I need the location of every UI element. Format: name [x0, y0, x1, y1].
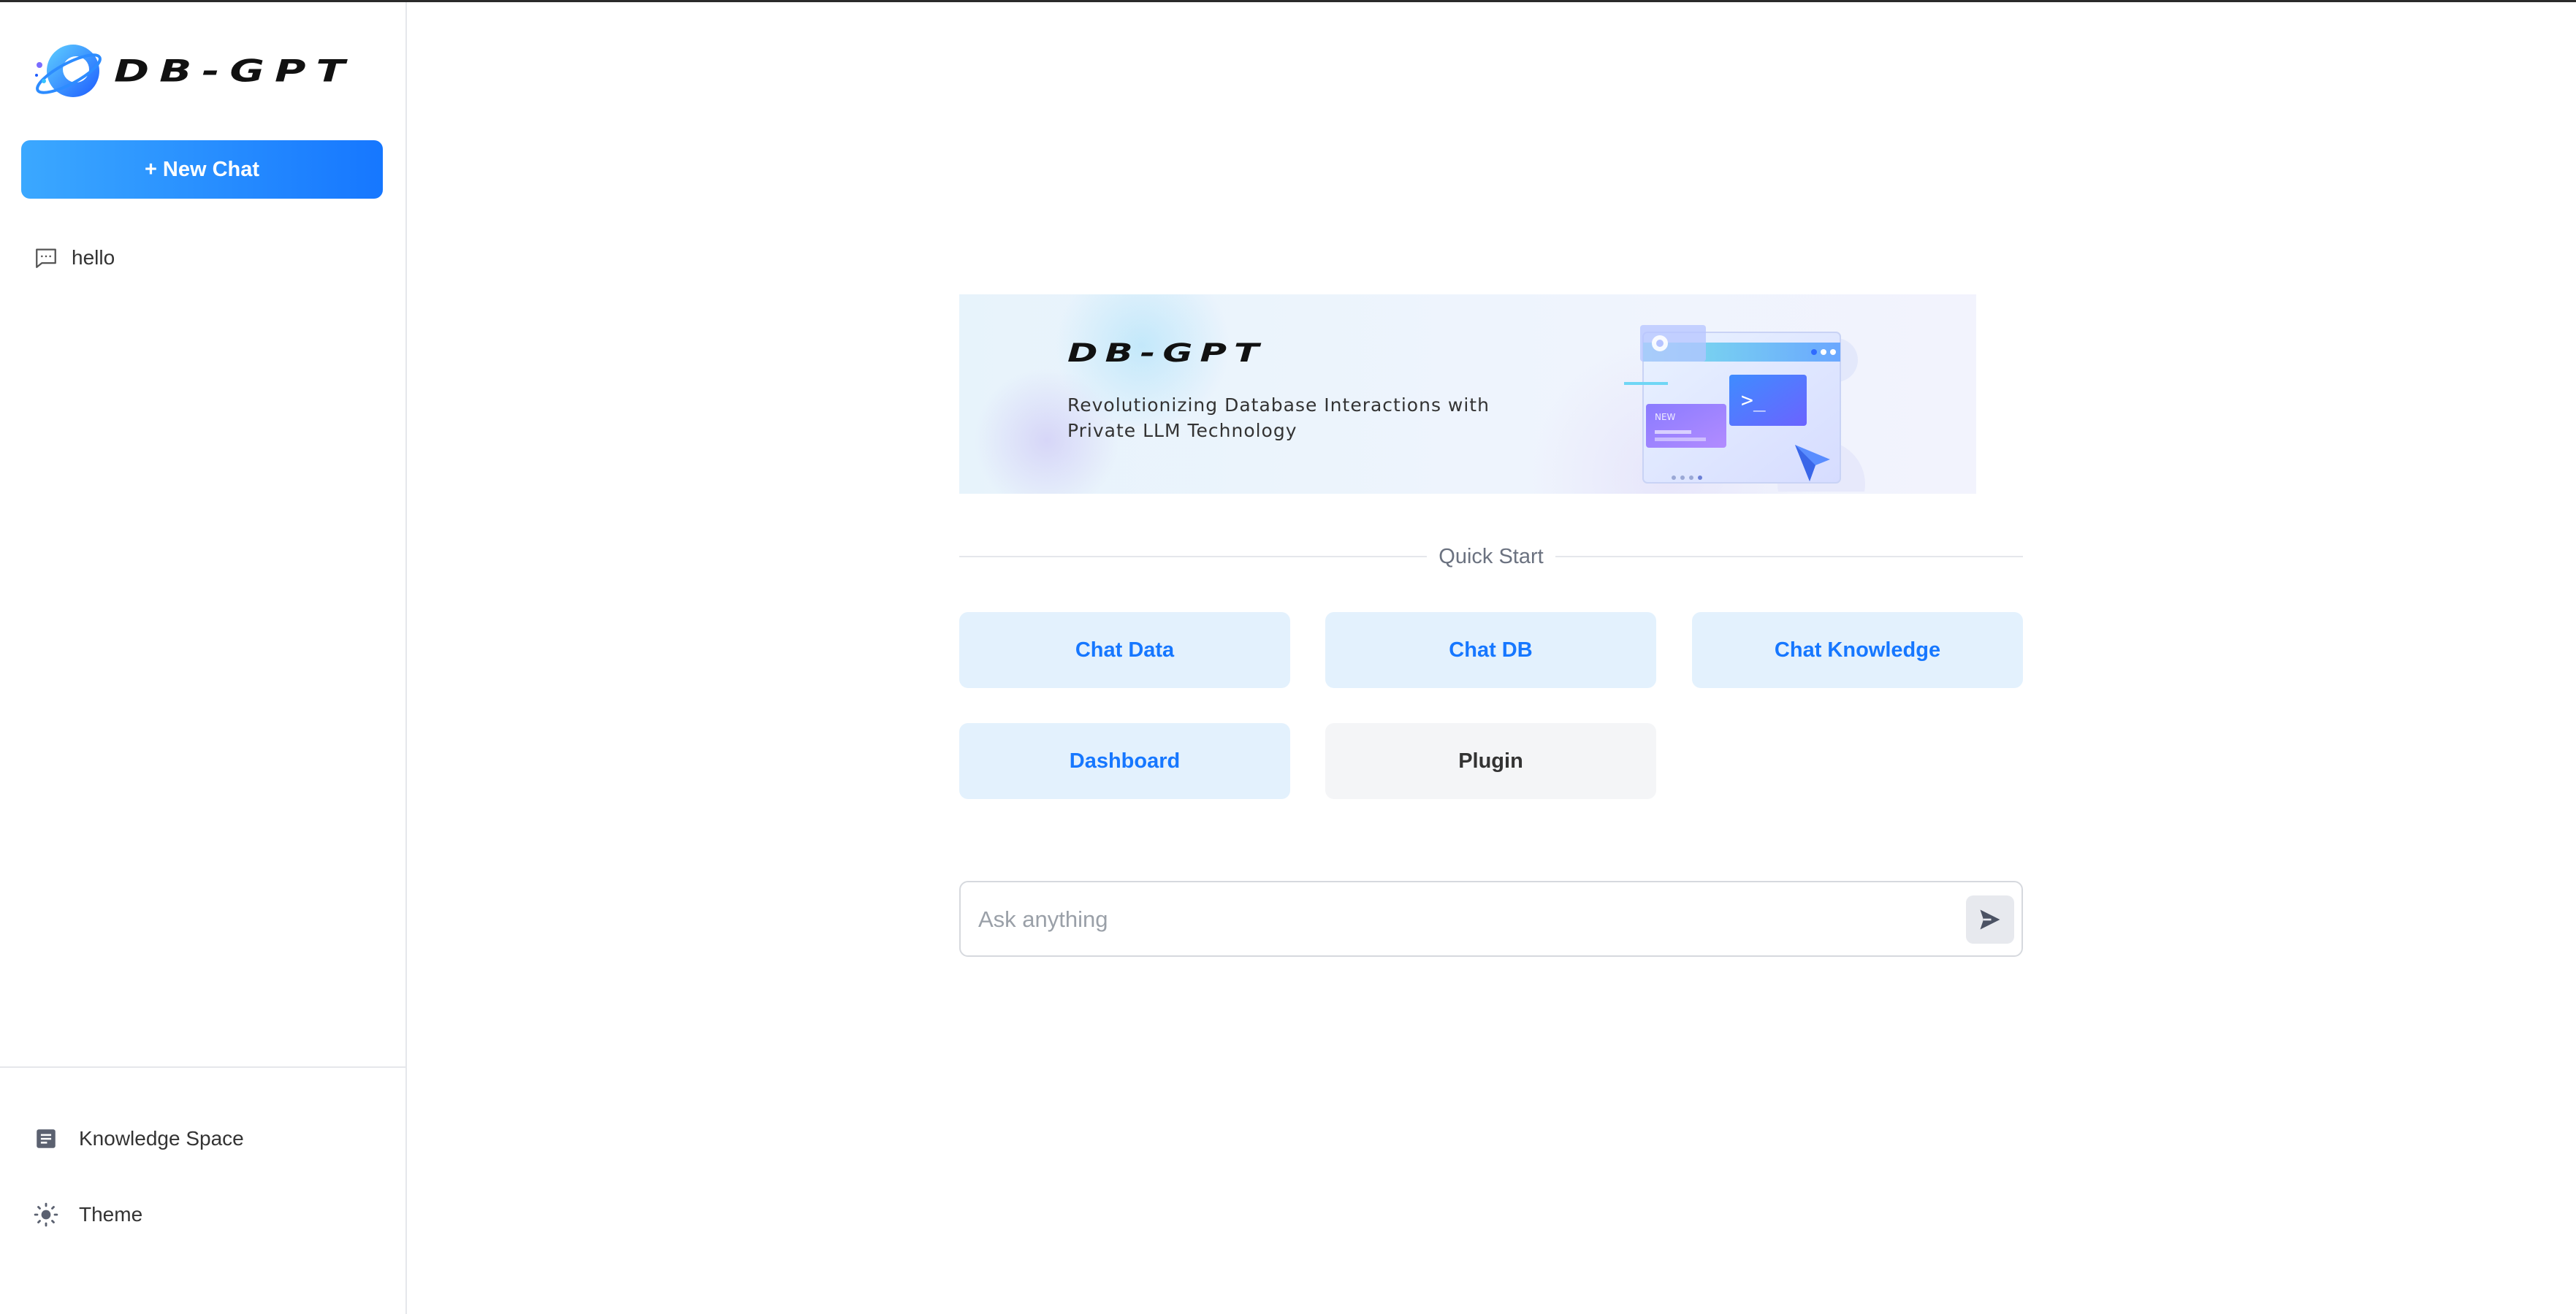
terminal-prompt-text: >_ — [1741, 388, 1766, 413]
chat-message-icon — [36, 248, 56, 268]
banner-illustration: >_ NEW — [1624, 325, 1865, 492]
banner-title: DB-GPT — [1067, 338, 1267, 368]
history-item-label: hello — [72, 246, 115, 269]
main-content: DB-GPT Revolutionizing Database Interact… — [408, 2, 2576, 1314]
sidebar-item-label: Knowledge Space — [79, 1127, 244, 1150]
logo-wordmark: DB-GPT — [114, 53, 356, 89]
history-item-hello[interactable]: hello — [34, 240, 115, 276]
sidebar-item-theme[interactable]: Theme — [34, 1196, 142, 1233]
chat-knowledge-button[interactable]: Chat Knowledge — [1692, 612, 2023, 688]
quick-start-label: Quick Start — [1438, 544, 1544, 568]
divider-line — [1555, 556, 2023, 557]
sidebar-item-label: Theme — [79, 1203, 143, 1226]
logo-icon — [35, 45, 102, 97]
chat-data-button[interactable]: Chat Data — [959, 612, 1290, 688]
document-icon — [37, 1129, 56, 1148]
send-button[interactable] — [1966, 895, 2014, 944]
new-chat-button[interactable]: + New Chat — [21, 140, 383, 199]
banner-subtitle-line: Revolutionizing Database Interactions wi… — [1067, 394, 1490, 416]
sidebar: DB-GPT + New Chat hello Knowledge Space — [0, 2, 407, 1314]
banner-subtitle: Revolutionizing Database Interactions wi… — [1067, 392, 1520, 443]
sun-icon — [34, 1202, 58, 1227]
brand-logo[interactable]: DB-GPT — [32, 37, 361, 104]
sidebar-item-knowledge-space[interactable]: Knowledge Space — [34, 1120, 244, 1157]
plugin-button[interactable]: Plugin — [1325, 723, 1656, 799]
dashboard-button[interactable]: Dashboard — [959, 723, 1290, 799]
app-window: DB-GPT + New Chat hello Knowledge Space — [0, 0, 2576, 1314]
ask-input[interactable] — [977, 897, 1927, 942]
chat-input-box — [959, 881, 2023, 957]
quick-start-divider: Quick Start — [959, 543, 2023, 570]
send-icon — [1980, 909, 2000, 930]
divider-line — [959, 556, 1428, 557]
chat-db-button[interactable]: Chat DB — [1325, 612, 1656, 688]
illustration-badge-text: NEW — [1655, 412, 1676, 422]
sidebar-divider — [0, 1066, 407, 1068]
hero-banner: DB-GPT Revolutionizing Database Interact… — [959, 294, 1976, 494]
banner-subtitle-line: Private LLM Technology — [1067, 420, 1297, 441]
